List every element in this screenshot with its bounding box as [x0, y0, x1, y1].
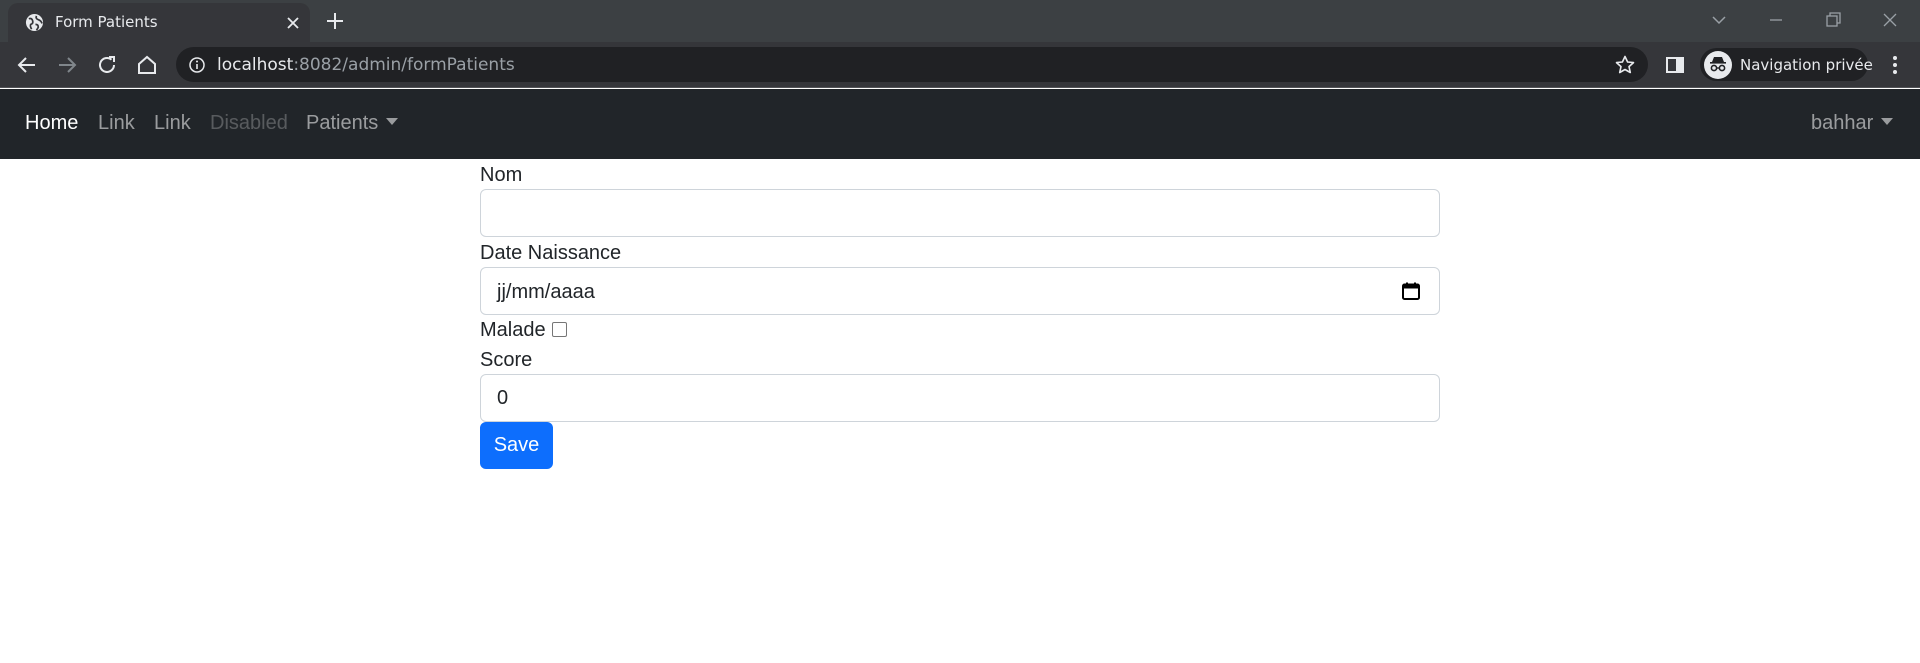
browser-toolbar: localhost:8082/admin/formPatients Naviga… — [0, 42, 1920, 88]
nav-link-2[interactable]: Link — [154, 112, 191, 135]
address-path: :8082/admin/formPatients — [293, 55, 515, 75]
nav-home-link[interactable]: Home — [25, 112, 78, 135]
nav-link-1[interactable]: Link — [98, 112, 135, 135]
malade-checkbox[interactable] — [552, 322, 567, 337]
plus-icon[interactable] — [324, 10, 346, 32]
side-panel-icon[interactable] — [1664, 54, 1686, 76]
incognito-icon — [1704, 51, 1732, 79]
globe-icon — [25, 13, 44, 32]
address-url: localhost:8082/admin/formPatients — [217, 55, 515, 75]
home-icon[interactable] — [135, 53, 159, 77]
address-bar[interactable]: localhost:8082/admin/formPatients — [176, 47, 1648, 82]
nom-label: Nom — [480, 164, 523, 186]
nav-user-dropdown[interactable]: bahhar — [1811, 112, 1894, 135]
address-host: localhost — [217, 55, 294, 75]
reload-icon[interactable] — [95, 53, 119, 77]
score-input[interactable] — [480, 374, 1440, 422]
nav-patients-dropdown[interactable]: Patients — [306, 112, 399, 135]
nav-patients-label: Patients — [306, 112, 379, 134]
restore-icon[interactable] — [1822, 9, 1844, 31]
chevron-down-icon[interactable] — [1708, 9, 1730, 31]
minimize-icon[interactable] — [1765, 9, 1787, 31]
caret-down-icon — [1881, 118, 1894, 125]
date-placeholder: jj/mm/aaaa — [497, 281, 595, 303]
date-naissance-label: Date Naissance — [480, 242, 622, 264]
more-vert-icon[interactable] — [1884, 54, 1906, 76]
incognito-profile-chip[interactable]: Navigation privée — [1700, 48, 1873, 81]
nav-disabled-link: Disabled — [210, 112, 288, 134]
browser-tabstrip: Form Patients — [0, 0, 1920, 42]
window-close-icon[interactable] — [1879, 9, 1901, 31]
tab-title: Form Patients — [55, 13, 158, 31]
score-label: Score — [480, 349, 533, 371]
malade-label: Malade — [480, 319, 546, 341]
calendar-icon[interactable] — [1401, 281, 1421, 301]
save-button[interactable]: Save — [480, 422, 553, 469]
back-icon[interactable] — [15, 53, 39, 77]
close-icon[interactable] — [285, 15, 301, 31]
date-naissance-input[interactable]: jj/mm/aaaa — [480, 267, 1440, 315]
nom-input[interactable] — [480, 189, 1440, 237]
nav-user-label: bahhar — [1811, 112, 1874, 134]
incognito-label: Navigation privée — [1740, 56, 1873, 74]
star-icon[interactable] — [1614, 54, 1636, 76]
info-icon[interactable] — [188, 56, 206, 74]
navbar: Home Link Link Disabled Patients bahhar — [0, 89, 1920, 159]
browser-tab[interactable]: Form Patients — [8, 3, 310, 42]
forward-icon[interactable] — [55, 53, 79, 77]
caret-down-icon — [386, 118, 399, 125]
